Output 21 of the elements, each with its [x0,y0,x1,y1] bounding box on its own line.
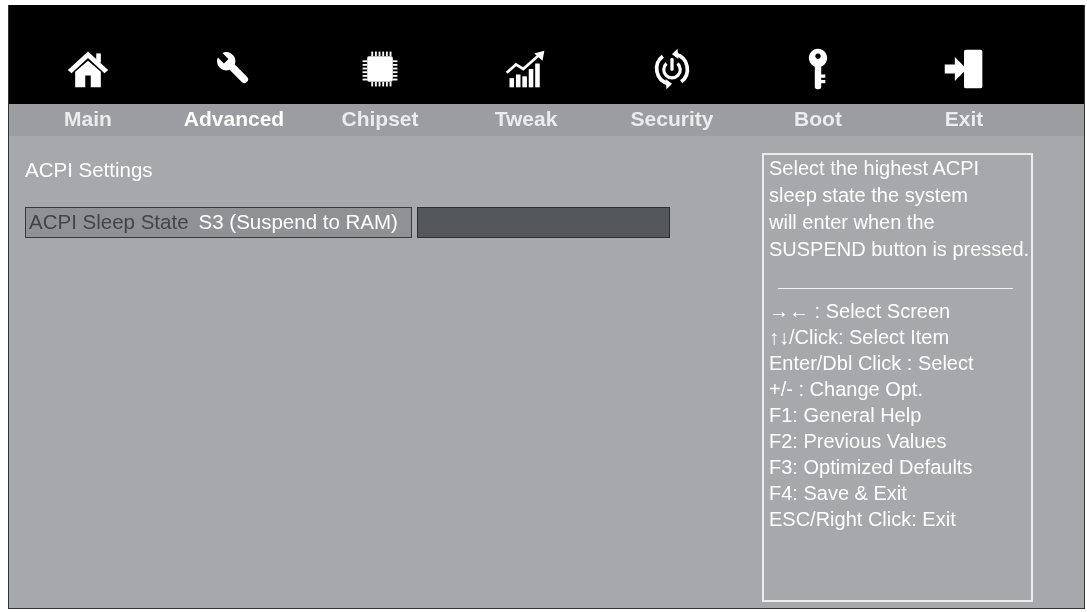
key-hint: ESC/Right Click: Exit [769,507,957,532]
key-hint: +/- : Change Opt. [769,377,924,402]
setting-row[interactable]: ACPI Sleep State S3 (Suspend to RAM) [25,207,412,238]
menu-tab[interactable]: Boot [745,5,891,136]
help-text: Select the highest ACPI sleep state the system will enter when the SUSPEND button is pressed. [769,156,1031,262]
key-hint: F2: Previous Values [769,429,948,454]
key-hint: →← : Select Screen [769,299,952,324]
menu-tab[interactable]: Tweak [453,5,599,136]
key-hint: F1: General Help [769,403,923,428]
menu-tab[interactable]: Advanced [161,5,307,136]
setting-value: S3 (Suspend to RAM) [198,209,398,236]
menu-tab[interactable]: Exit [891,5,1037,136]
setting-label: ACPI Sleep State [29,209,189,236]
menu-tab[interactable]: Chipset [307,5,453,136]
section-title: ACPI Settings [25,157,154,183]
key-hint: F4: Save & Exit [769,481,908,506]
menu-tab[interactable]: Main [15,5,161,136]
key-hint: Enter/Dbl Click : Select [769,351,975,376]
key-hint: ↑↓/Click: Select Item [769,325,951,350]
key-hint: F3: Optimized Defaults [769,455,974,480]
menu-tab[interactable]: Security [599,5,745,136]
